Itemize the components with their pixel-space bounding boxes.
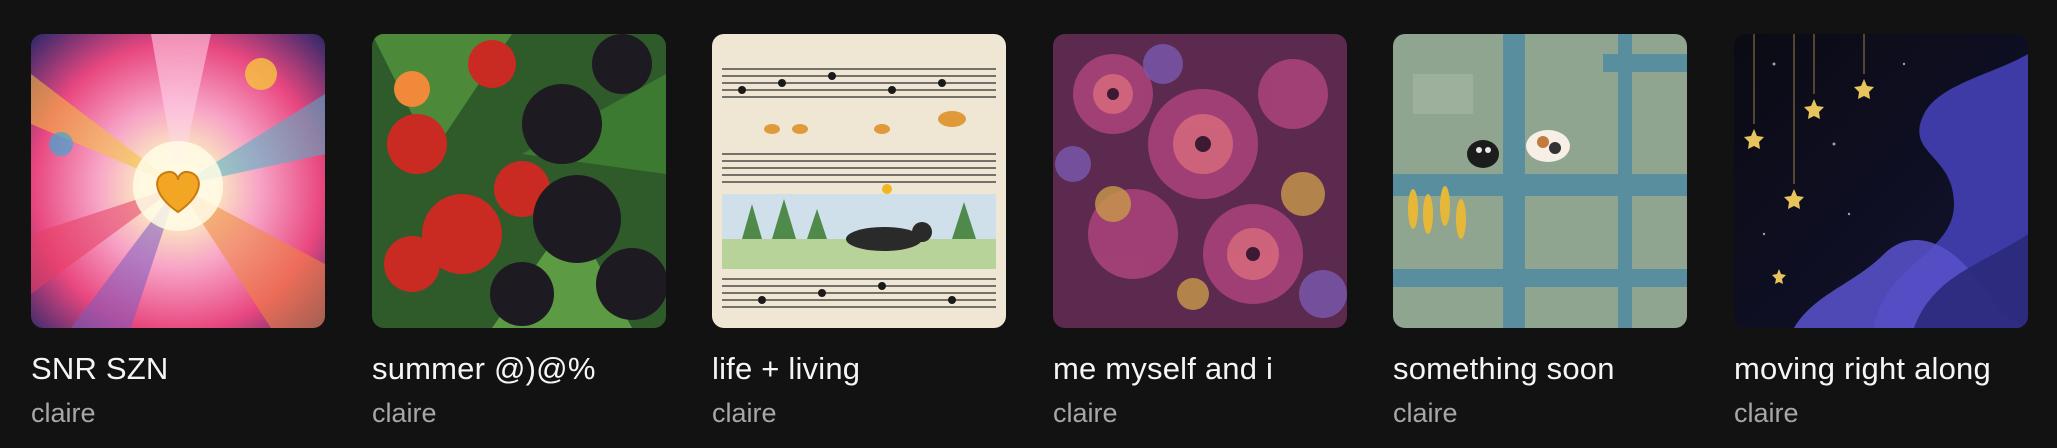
playlist-shelf: SNR SZN claire summer @)@% claire life +… [0,0,2057,448]
playlist-cover[interactable] [712,34,1006,328]
sheet-music-landscape-art [712,34,1006,328]
playlist-cover[interactable] [1734,34,2028,328]
playlist-card[interactable]: me myself and i claire [1053,34,1347,430]
playlist-owner[interactable]: claire [372,396,666,430]
playlist-owner[interactable]: claire [1393,396,1687,430]
playlist-title[interactable]: SNR SZN [31,350,325,388]
playlist-cover[interactable] [1393,34,1687,328]
cats-on-fence-art [1393,34,1687,328]
floral-pattern-art [1053,34,1347,328]
playlist-owner[interactable]: claire [31,396,325,430]
playlist-card[interactable]: life + living claire [712,34,1006,430]
playlist-cover[interactable] [31,34,325,328]
playlist-card[interactable]: something soon claire [1393,34,1687,430]
playlist-owner[interactable]: claire [1053,396,1347,430]
playlist-title[interactable]: life + living [712,350,1006,388]
berries-art [372,34,666,328]
playlist-card[interactable]: moving right along claire [1734,34,2028,430]
playlist-card[interactable]: summer @)@% claire [372,34,666,430]
playlist-card[interactable]: SNR SZN claire [31,34,325,430]
night-sky-art [1734,34,2028,328]
playlist-title[interactable]: moving right along [1734,350,2028,388]
playlist-owner[interactable]: claire [712,396,1006,430]
playlist-cover[interactable] [1053,34,1347,328]
playlist-owner[interactable]: claire [1734,396,2028,430]
playlist-title[interactable]: something soon [1393,350,1687,388]
playlist-cover[interactable] [372,34,666,328]
radiant-heart-art [31,34,325,328]
playlist-title[interactable]: summer @)@% [372,350,666,388]
playlist-title[interactable]: me myself and i [1053,350,1347,388]
